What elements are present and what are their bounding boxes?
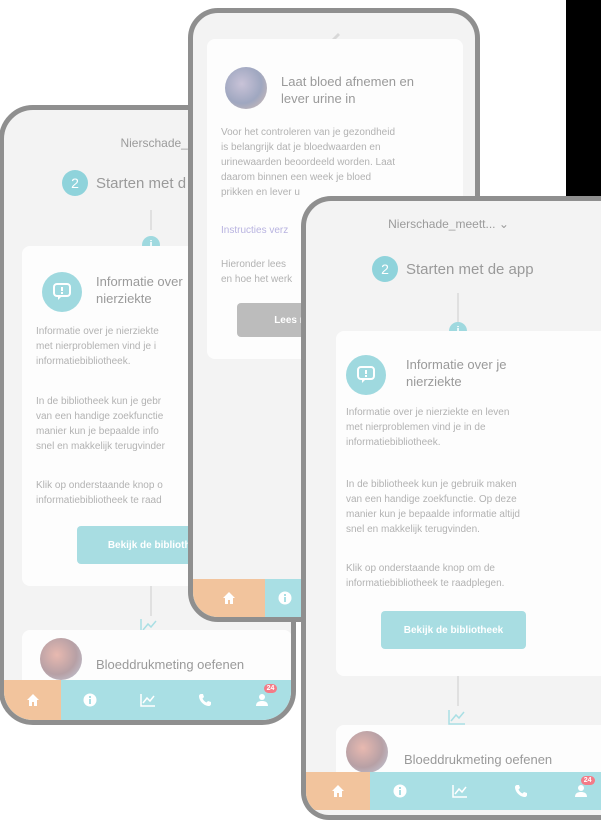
timeline-line [150, 210, 152, 230]
step-heading: 2 Starten met d [62, 170, 186, 196]
card-paragraph-1: Informatie over je nierziekte en leven m… [346, 407, 510, 448]
info-icon [278, 591, 292, 605]
timeline-line [457, 293, 459, 323]
phone-right: Nierschade_meett... ⌄ 2 Starten met de a… [301, 196, 601, 820]
card-title: Informatie over je nierziekte [406, 357, 507, 389]
home-icon [26, 694, 39, 706]
task-paragraph-1: Voor het controleren van je gezondheid i… [221, 127, 396, 198]
lab-avatar [225, 67, 267, 109]
bottom-navigation: 24 [306, 772, 601, 810]
blood-pressure-avatar [40, 638, 82, 680]
step-label: Starten met de app [406, 260, 534, 278]
nav-chart[interactable] [430, 772, 490, 810]
task-paragraph-2: Hieronder lees en hoe het werk [221, 259, 293, 285]
info-icon [393, 784, 407, 798]
bottom-navigation: 24 [4, 680, 291, 720]
task-card-title: Laat bloed afnemen en lever urine in [281, 74, 414, 106]
notification-badge: 24 [580, 776, 595, 785]
chat-alert-icon [42, 272, 82, 312]
next-card-title: Bloeddrukmeting oefenen [96, 657, 245, 672]
step-number: 2 [372, 256, 398, 282]
phone-icon [198, 694, 211, 706]
step-number: 2 [62, 170, 88, 196]
instructions-link[interactable]: Instructies verz [221, 225, 288, 236]
nav-phone[interactable] [491, 772, 551, 810]
card-paragraph-3: Klik op onderstaande knop o informatiebi… [36, 480, 163, 506]
nav-phone[interactable] [176, 680, 233, 720]
profile-icon [256, 694, 269, 706]
nav-home[interactable] [193, 579, 265, 617]
nav-chart[interactable] [119, 680, 176, 720]
notification-badge: 24 [263, 684, 278, 693]
timeline-line [457, 676, 459, 706]
blood-pressure-avatar [346, 731, 388, 773]
home-icon [223, 592, 235, 604]
timeline-line [150, 586, 152, 616]
chat-alert-icon [346, 355, 386, 395]
info-icon [83, 693, 97, 707]
home-icon [332, 785, 344, 797]
nav-info[interactable] [265, 579, 305, 617]
card-paragraph-2: In de bibliotheek kun je gebruik maken v… [346, 479, 520, 535]
card-paragraph-3: Klik op onderstaande knop om de informat… [346, 563, 505, 589]
chart-icon [139, 694, 155, 707]
phone-icon [514, 785, 527, 797]
card-paragraph-2: In de bibliotheek kun je gebr van een ha… [36, 396, 165, 452]
chart-icon [452, 785, 468, 798]
next-card-title: Bloeddrukmeting oefenen [404, 752, 553, 767]
card-title: Informatie over nierziekte [96, 274, 183, 306]
library-button[interactable]: Bekijk de bibliotheek [381, 611, 526, 649]
profile-icon [574, 785, 587, 797]
header-title[interactable]: Nierschade_meett... ⌄ [326, 217, 571, 231]
chart-icon [448, 710, 465, 725]
card-paragraph-1: Informatie over je nierziekte met nierpr… [36, 326, 159, 367]
nav-home[interactable] [306, 772, 370, 810]
nav-info[interactable] [370, 772, 430, 810]
nav-info[interactable] [61, 680, 118, 720]
nav-profile[interactable]: 24 [234, 680, 291, 720]
nav-home[interactable] [4, 680, 62, 720]
nav-profile[interactable]: 24 [551, 772, 601, 810]
info-card: Informatie over je nierziekte Informatie… [336, 331, 601, 676]
step-label: Starten met d [96, 174, 187, 192]
step-heading: 2 Starten met de app [372, 256, 534, 282]
